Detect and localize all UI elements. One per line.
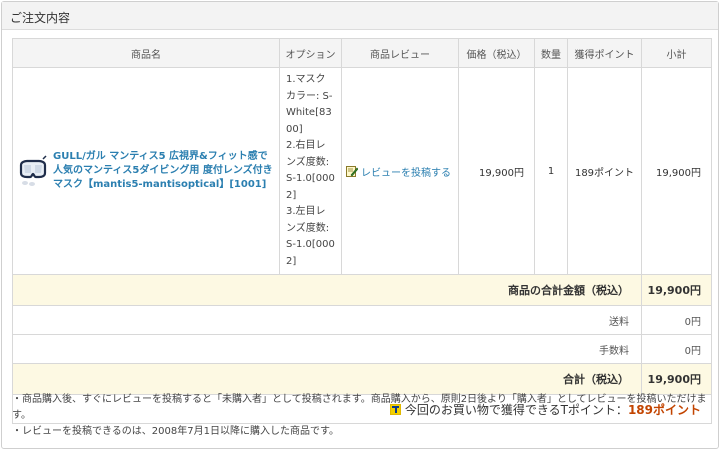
grand-total-value: 19,900円: [641, 363, 712, 395]
subtotal-cell: 19,900円: [641, 67, 712, 275]
goods-total-label: 商品の合計金額（税込）: [12, 274, 642, 306]
fee-value: 0円: [641, 334, 712, 364]
shipping-row: 送料 0円: [12, 305, 712, 335]
panel-title: ご注文内容: [2, 2, 718, 30]
shipping-label: 送料: [12, 305, 642, 335]
header-points: 獲得ポイント: [567, 38, 642, 68]
mask-thumbnail-icon[interactable]: [19, 153, 47, 189]
header-quantity: 数量: [534, 38, 568, 68]
fee-row: 手数料 0円: [12, 334, 712, 364]
product-name-link[interactable]: GULL/ガル マンティス5 広視界&フィット感で人気のマンティス5ダイビング用…: [53, 150, 273, 192]
order-details-panel: ご注文内容 商品名 オプション 商品レビュー 価格（税込） 数量 獲得ポイント …: [1, 1, 719, 449]
header-product-name: 商品名: [12, 38, 280, 68]
option-left-lens: 3.左目レンズ度数: S-1.0[0002]: [286, 206, 335, 267]
table-row: GULL/ガル マンティス5 広視界&フィット感で人気のマンティス5ダイビング用…: [12, 67, 712, 275]
option-cell: 1.マスクカラー: S-White[8300] 2.右目レンズ度数: S-1.0…: [279, 67, 342, 275]
header-price: 価格（税込）: [458, 38, 535, 68]
points-cell: 189ポイント: [567, 67, 642, 275]
review-notes: ・商品購入後、すぐにレビューを投稿すると「未購入者」として投稿されます。商品購入…: [12, 392, 712, 440]
post-review-link[interactable]: レビューを投稿する: [346, 164, 454, 179]
product-cell: GULL/ガル マンティス5 広視界&フィット感で人気のマンティス5ダイビング用…: [12, 67, 280, 275]
shipping-value: 0円: [641, 305, 712, 335]
goods-total-row: 商品の合計金額（税込） 19,900円: [12, 274, 712, 306]
header-option: オプション: [279, 38, 342, 68]
note-item: ・商品購入後、すぐにレビューを投稿すると「未購入者」として投稿されます。商品購入…: [12, 394, 707, 421]
price-cell: 19,900円: [458, 67, 535, 275]
note-item: ・レビューを投稿できるのは、2008年7月1日以降に購入した商品です。: [12, 426, 339, 437]
option-color: 1.マスクカラー: S-White[8300]: [286, 74, 333, 135]
header-subtotal: 小計: [641, 38, 712, 68]
grand-total-label: 合計（税込）: [12, 363, 642, 395]
fee-label: 手数料: [12, 334, 642, 364]
option-right-lens: 2.右目レンズ度数: S-1.0[0002]: [286, 140, 335, 201]
order-table-wrapper: 商品名 オプション 商品レビュー 価格（税込） 数量 獲得ポイント 小計 GUL…: [12, 38, 712, 424]
grand-total-row: 合計（税込） 19,900円: [12, 363, 712, 395]
header-review: 商品レビュー: [341, 38, 459, 68]
goods-total-value: 19,900円: [641, 274, 712, 306]
table-header-row: 商品名 オプション 商品レビュー 価格（税込） 数量 獲得ポイント 小計: [12, 38, 712, 68]
pencil-note-icon: [346, 166, 358, 177]
quantity-cell: 1: [534, 67, 568, 275]
order-table: 商品名 オプション 商品レビュー 価格（税込） 数量 獲得ポイント 小計 GUL…: [12, 38, 712, 424]
review-cell: レビューを投稿する: [341, 67, 459, 275]
post-review-label: レビューを投稿する: [361, 167, 451, 179]
